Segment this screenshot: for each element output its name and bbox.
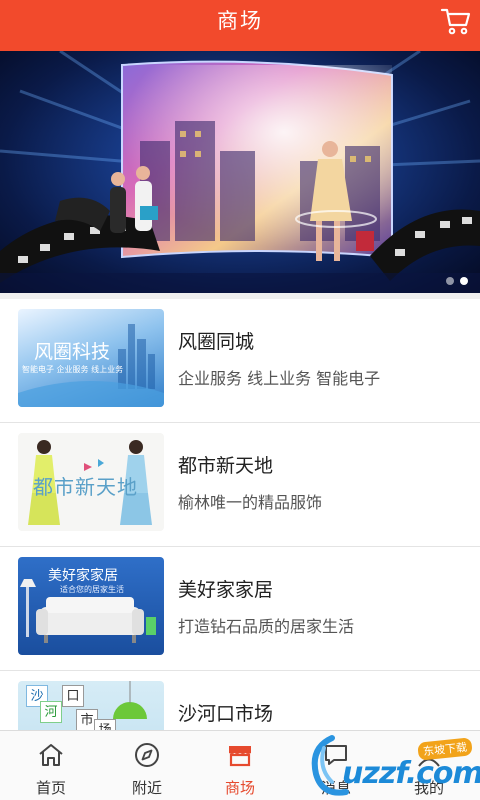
store-item-dushi[interactable]: 都市新天地 都市新天地 榆林唯一的精品服饰: [0, 423, 480, 547]
store-item-meihaojia[interactable]: 美好家家居 适合您的居家生活 美好家家居 打造钻石品质的居家生活: [0, 547, 480, 671]
tab-mall[interactable]: 商场: [192, 731, 288, 800]
store-title: 都市新天地: [178, 455, 274, 477]
watermark-text: uzzf.com: [342, 756, 480, 791]
thumb-heading: 风圈科技: [34, 341, 111, 363]
store-thumbnail: 美好家家居 适合您的居家生活: [18, 557, 164, 655]
tab-label: 附近: [131, 779, 162, 797]
thumb-heading: 都市新天地: [33, 475, 138, 499]
tab-label: 商场: [224, 779, 255, 797]
app-header: 商场: [0, 0, 480, 51]
thumb-heading: 美好家家居: [48, 568, 118, 584]
store-thumbnail: 沙 口 河 市 场: [18, 681, 164, 730]
store-title: 美好家家居: [178, 579, 274, 601]
store-item-shahekou[interactable]: 沙 口 河 市 场 沙河口市场: [0, 671, 480, 730]
carousel-dot-active[interactable]: [460, 277, 468, 285]
compass-icon: [135, 743, 159, 767]
shopping-cart-icon: [440, 8, 471, 35]
banner-image: [0, 51, 480, 293]
site-watermark: uzzf.com 东坡下载: [302, 734, 480, 800]
store-subtitle: 企业服务 线上业务 智能电子: [178, 369, 381, 388]
tab-label: 首页: [35, 779, 66, 797]
store-title: 沙河口市场: [178, 703, 274, 725]
store-title: 风圈同城: [178, 331, 255, 353]
thumb-char: 口: [62, 685, 84, 707]
store-thumbnail: 风圈科技 智能电子 企业服务 线上业务: [18, 309, 164, 407]
thumb-tagline: 适合您的居家生活: [60, 585, 124, 594]
store-icon: [229, 746, 251, 767]
carousel-dot[interactable]: [446, 277, 454, 285]
tab-home[interactable]: 首页: [3, 731, 99, 800]
store-subtitle: 打造钻石品质的居家生活: [178, 617, 355, 636]
thumb-char: 河: [40, 701, 62, 723]
store-subtitle: 榆林唯一的精品服饰: [178, 493, 323, 512]
page-title: 商场: [217, 9, 263, 33]
home-icon: [39, 744, 63, 766]
store-thumbnail: 都市新天地: [18, 433, 164, 531]
carousel-indicator: [446, 277, 468, 285]
thumb-tagline: 智能电子 企业服务 线上业务: [22, 365, 124, 374]
store-item-fengquan[interactable]: 风圈科技 智能电子 企业服务 线上业务 风圈同城 企业服务 线上业务 智能电子: [0, 299, 480, 423]
shopping-cart-button[interactable]: [440, 6, 472, 36]
store-list[interactable]: 风圈科技 智能电子 企业服务 线上业务 风圈同城 企业服务 线上业务 智能电子 …: [0, 299, 480, 730]
promo-banner-carousel[interactable]: [0, 51, 480, 293]
thumb-char: 场: [94, 719, 116, 730]
tab-nearby[interactable]: 附近: [99, 731, 195, 800]
